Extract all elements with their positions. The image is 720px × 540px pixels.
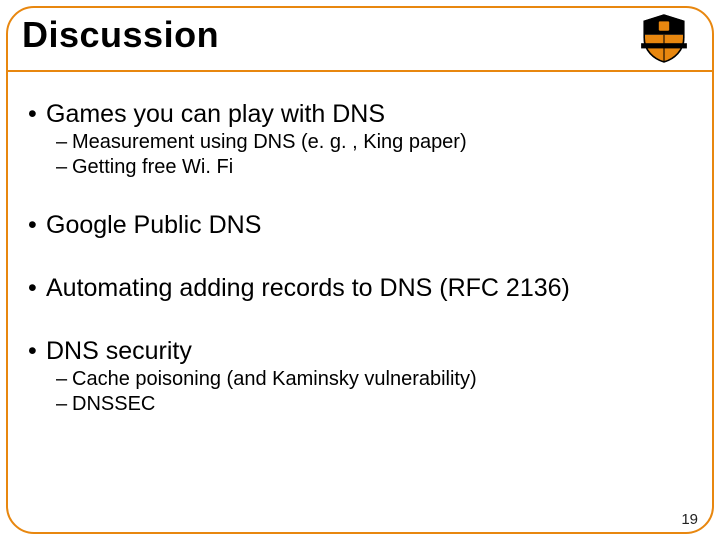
bullet-dot-icon: • [28, 274, 46, 303]
bullet-level1: •DNS security [28, 337, 692, 366]
bullet-level2: –Getting free Wi. Fi [56, 156, 692, 179]
bullet-dash-icon: – [56, 156, 72, 179]
bullet-text: Measurement using DNS (e. g. , King pape… [72, 131, 467, 153]
bullet-text: Automating adding records to DNS (RFC 21… [46, 274, 570, 302]
slide-title: Discussion [22, 14, 219, 56]
bullet-level2: –Cache poisoning (and Kaminsky vulnerabi… [56, 368, 692, 391]
slide-body: •Games you can play with DNS –Measuremen… [28, 86, 692, 416]
spacer [28, 242, 692, 260]
bullet-text: Getting free Wi. Fi [72, 156, 233, 178]
bullet-dash-icon: – [56, 131, 72, 154]
bullet-dash-icon: – [56, 368, 72, 391]
bullet-level1: •Google Public DNS [28, 211, 692, 240]
bullet-level2: –DNSSEC [56, 393, 692, 416]
bullet-level1: •Games you can play with DNS [28, 100, 692, 129]
bullet-level2: –Measurement using DNS (e. g. , King pap… [56, 131, 692, 154]
bullet-level1: •Automating adding records to DNS (RFC 2… [28, 274, 692, 303]
page-number: 19 [681, 511, 698, 528]
bullet-dot-icon: • [28, 100, 46, 129]
bullet-dot-icon: • [28, 211, 46, 240]
spacer [28, 305, 692, 323]
title-divider [6, 70, 714, 72]
bullet-text: Google Public DNS [46, 211, 261, 239]
princeton-shield-icon [638, 12, 690, 64]
slide: Discussion •Games you can play with DNS … [0, 0, 720, 540]
spacer [28, 179, 692, 197]
bullet-text: Cache poisoning (and Kaminsky vulnerabil… [72, 368, 477, 390]
bullet-dot-icon: • [28, 337, 46, 366]
bullet-text: DNS security [46, 337, 192, 365]
bullet-dash-icon: – [56, 393, 72, 416]
bullet-text: DNSSEC [72, 393, 155, 415]
bullet-text: Games you can play with DNS [46, 100, 385, 128]
